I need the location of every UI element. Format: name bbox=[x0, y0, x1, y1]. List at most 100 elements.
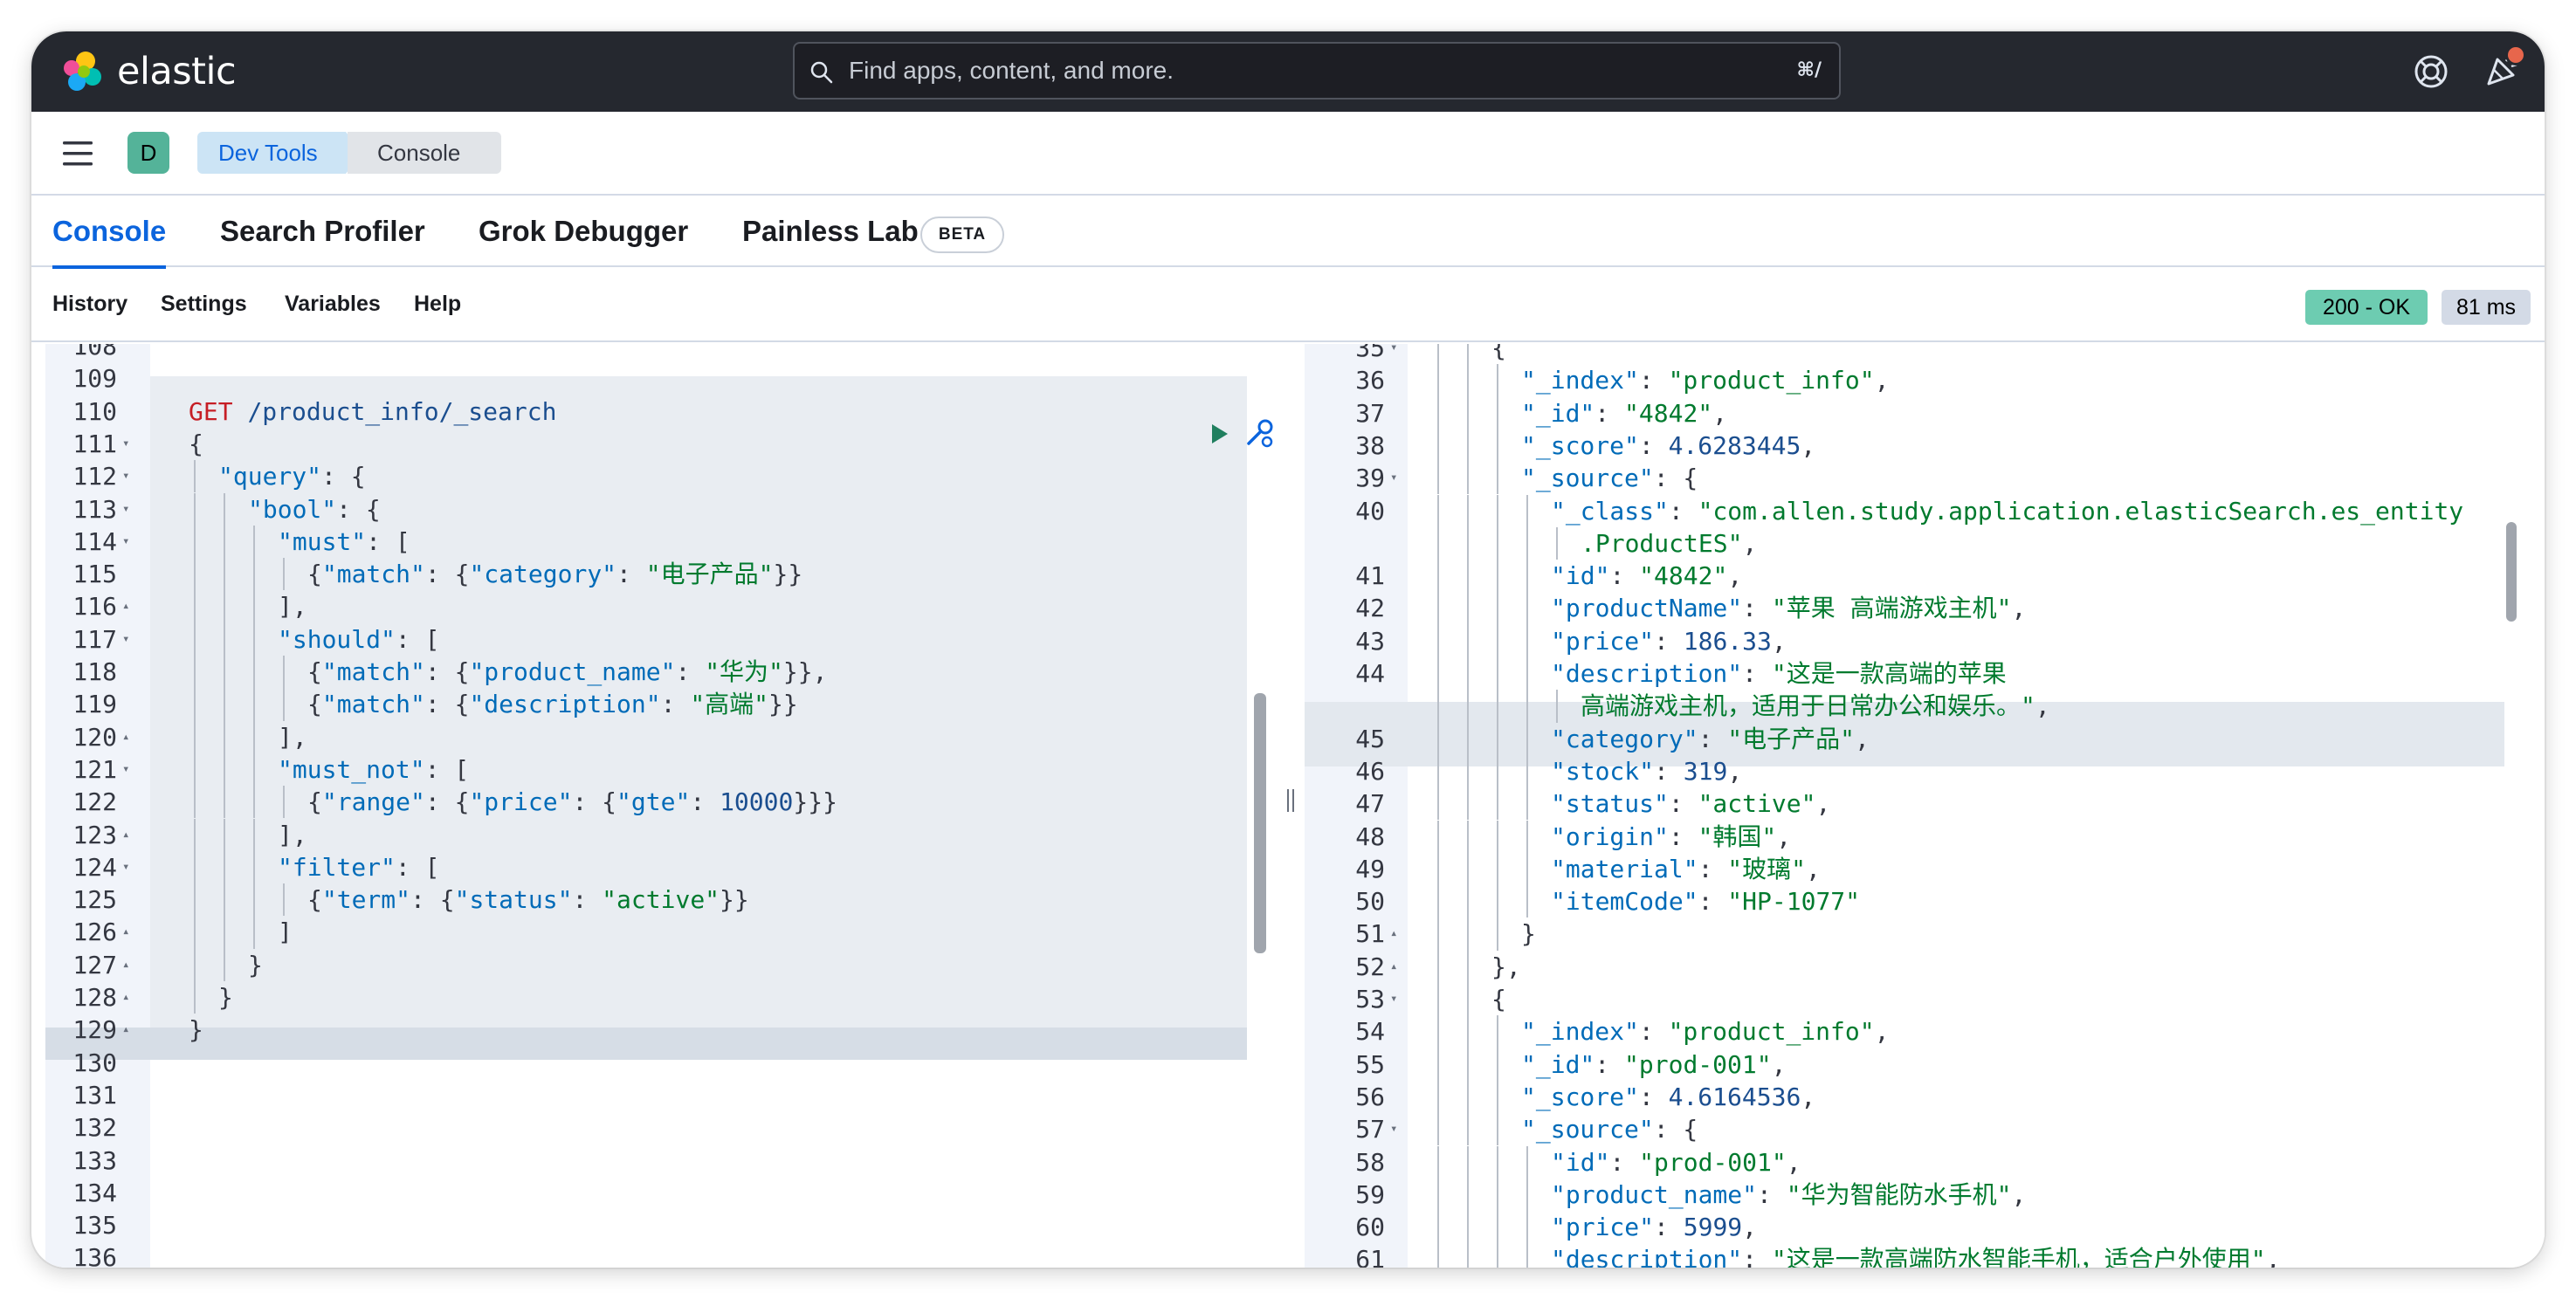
fold-open-icon[interactable]: ▾ bbox=[122, 753, 129, 786]
tab-console[interactable]: Console bbox=[52, 197, 167, 269]
code-line[interactable]: 35 ▾ { bbox=[1305, 344, 2545, 365]
code-line[interactable]: 46 "stock": 319, bbox=[1305, 754, 2545, 788]
code-line[interactable]: 40 "_class": "com.allen.study.application… bbox=[1305, 494, 2545, 527]
elastic-logo[interactable]: elastic bbox=[59, 47, 237, 96]
code-line[interactable]: 110 GET /product_info/_search bbox=[45, 395, 1278, 428]
code-line[interactable]: 119 {"match": {"description": "高端"}} bbox=[45, 688, 1278, 721]
code-line[interactable]: 135 bbox=[45, 1209, 1278, 1241]
code-line[interactable]: 48 "origin": "韩国", bbox=[1305, 820, 2545, 853]
fold-open-icon[interactable]: ▾ bbox=[122, 493, 129, 526]
code-line[interactable]: 125 {"term": {"status": "active"}} bbox=[45, 883, 1278, 917]
settings-button[interactable]: Settings bbox=[161, 292, 247, 317]
code-line[interactable]: 127 ▴} bbox=[45, 948, 1278, 981]
code-line[interactable]: 109 bbox=[45, 362, 1278, 395]
code-line[interactable]: .ProductES", bbox=[1305, 526, 2545, 560]
code-line[interactable]: 37 "_id": "4842", bbox=[1305, 396, 2545, 430]
code-line[interactable]: 58 "id": "prod-001", bbox=[1305, 1145, 2545, 1179]
code-line[interactable]: 44 "description": "这是一款高端的苹果 bbox=[1305, 657, 2545, 691]
code-line[interactable]: 60 "price": 5999, bbox=[1305, 1211, 2545, 1244]
code-line[interactable]: 54 "_index": "product_info", bbox=[1305, 1015, 2545, 1048]
code-line[interactable]: 高端游戏主机，适用于日常办公和娱乐。", bbox=[1305, 690, 2545, 723]
tab-grok-debugger[interactable]: Grok Debugger bbox=[479, 197, 688, 267]
fold-close-icon[interactable]: ▴ bbox=[122, 1014, 129, 1046]
code-line[interactable]: 108 bbox=[45, 344, 1278, 362]
code-line[interactable]: 39 ▾ "_source": { bbox=[1305, 462, 2545, 495]
code-line[interactable]: 129 ▴} bbox=[45, 1014, 1278, 1046]
code-line[interactable]: 136 bbox=[45, 1241, 1278, 1268]
code-token: "韩国" bbox=[1698, 821, 1777, 851]
code-line[interactable]: 50 "itemCode": "HP-1077" bbox=[1305, 885, 2545, 918]
code-line[interactable]: 126 ▴] bbox=[45, 916, 1278, 949]
code-line[interactable]: 112 ▾ "query": { bbox=[45, 460, 1278, 493]
indent-guide bbox=[224, 948, 225, 981]
fold-close-icon[interactable]: ▴ bbox=[122, 721, 129, 753]
fold-close-icon[interactable]: ▴ bbox=[122, 916, 129, 948]
code-line[interactable]: 42 "productName": "苹果 高端游戏主机", bbox=[1305, 592, 2545, 625]
fold-open-icon[interactable]: ▾ bbox=[1390, 983, 1397, 1015]
code-line[interactable]: 123 ▴], bbox=[45, 818, 1278, 851]
fold-close-icon[interactable]: ▴ bbox=[122, 981, 129, 1014]
hamburger-menu-icon[interactable] bbox=[61, 138, 96, 169]
code-line[interactable]: 132 bbox=[45, 1111, 1278, 1144]
fold-open-icon[interactable]: ▾ bbox=[1390, 1113, 1397, 1145]
code-line[interactable]: 61 "description": "这是一款高端防水智能手机，适合户外使用", bbox=[1305, 1243, 2545, 1268]
code-line[interactable]: 43 "price": 186.33, bbox=[1305, 624, 2545, 657]
code-line[interactable]: 124 ▾ "filter": [ bbox=[45, 850, 1278, 884]
line-number: 121 bbox=[72, 754, 117, 784]
code-line[interactable]: 38 "_score": 4.6283445, bbox=[1305, 429, 2545, 463]
code-line[interactable]: 52 ▴}, bbox=[1305, 950, 2545, 983]
code-line[interactable]: 122 {"range": {"price": {"gte": 10000}}} bbox=[45, 786, 1278, 819]
fold-open-icon[interactable]: ▾ bbox=[1390, 462, 1397, 494]
code-line[interactable]: 134 bbox=[45, 1177, 1278, 1209]
tab-search-profiler[interactable]: Search Profiler bbox=[220, 197, 425, 267]
code-line[interactable]: 47 "status": "active", bbox=[1305, 787, 2545, 821]
code-line[interactable]: 45 "category": "电子产品", bbox=[1305, 722, 2545, 755]
tab-painless-lab[interactable]: Painless Lab bbox=[742, 197, 919, 267]
code-line[interactable]: 113 ▾ "bool": { bbox=[45, 492, 1278, 526]
code-line[interactable]: 114 ▾ "must": [ bbox=[45, 525, 1278, 559]
code-line[interactable]: 121 ▾ "must_not": [ bbox=[45, 753, 1278, 787]
history-button[interactable]: History bbox=[52, 292, 127, 317]
fold-open-icon[interactable]: ▾ bbox=[122, 428, 129, 460]
code-line[interactable]: 53 ▾ { bbox=[1305, 983, 2545, 1016]
resize-handle-icon[interactable] bbox=[1285, 787, 1296, 814]
fold-open-icon[interactable]: ▾ bbox=[122, 460, 129, 492]
fold-close-icon[interactable]: ▴ bbox=[122, 590, 129, 622]
response-editor[interactable]: 35 ▾{36 "_index": "product_info", 37 "_id": … bbox=[1305, 344, 2545, 1268]
code-line[interactable]: 117 ▾ "should": [ bbox=[45, 622, 1278, 656]
code-line[interactable]: 59 "product_name": "华为智能防水手机", bbox=[1305, 1178, 2545, 1212]
indent-guide bbox=[1467, 560, 1469, 593]
code-line[interactable]: 128 ▴} bbox=[45, 981, 1278, 1014]
request-editor[interactable]: 108 109 110 GET /product_info/_search 111 ▾{1… bbox=[45, 344, 1278, 1268]
space-avatar[interactable]: D bbox=[127, 132, 169, 174]
code-line[interactable]: 51 ▴} bbox=[1305, 918, 2545, 951]
code-line[interactable]: 57 ▾ "_source": { bbox=[1305, 1113, 2545, 1146]
help-button[interactable]: Help bbox=[414, 292, 461, 317]
code-line[interactable]: 111 ▾ { bbox=[45, 428, 1278, 460]
code-line[interactable]: 118 {"match": {"product_name": "华为"}}, bbox=[45, 656, 1278, 689]
fold-open-icon[interactable]: ▾ bbox=[1390, 344, 1397, 364]
fold-open-icon[interactable]: ▾ bbox=[122, 851, 129, 883]
code-line[interactable]: 133 bbox=[45, 1144, 1278, 1177]
search-input[interactable] bbox=[849, 44, 1722, 98]
code-line[interactable]: 41 "id": "4842", bbox=[1305, 560, 2545, 593]
code-line[interactable]: 120 ▴], bbox=[45, 720, 1278, 753]
code-line[interactable]: 131 bbox=[45, 1079, 1278, 1111]
fold-close-icon[interactable]: ▴ bbox=[1390, 951, 1397, 983]
global-search[interactable]: ⌘/ bbox=[793, 42, 1841, 100]
code-line[interactable]: 56 "_score": 4.6164536, bbox=[1305, 1080, 2545, 1114]
code-line[interactable]: 55 "_id": "prod-001", bbox=[1305, 1048, 2545, 1081]
code-line[interactable]: 36 "_index": "product_info", bbox=[1305, 364, 2545, 397]
breadcrumb-dev-tools[interactable]: Dev Tools bbox=[197, 132, 362, 174]
code-line[interactable]: 116 ▴], bbox=[45, 590, 1278, 623]
code-line[interactable]: 49 "material": "玻璃", bbox=[1305, 852, 2545, 886]
fold-open-icon[interactable]: ▾ bbox=[122, 623, 129, 656]
fold-close-icon[interactable]: ▴ bbox=[1390, 918, 1397, 950]
code-line[interactable]: 130 bbox=[45, 1047, 1278, 1079]
variables-button[interactable]: Variables bbox=[285, 292, 381, 317]
fold-close-icon[interactable]: ▴ bbox=[122, 949, 129, 981]
help-icon[interactable] bbox=[2412, 52, 2450, 91]
fold-close-icon[interactable]: ▴ bbox=[122, 819, 129, 851]
code-line[interactable]: 115 {"match": {"category": "电子产品"}} bbox=[45, 558, 1278, 591]
fold-open-icon[interactable]: ▾ bbox=[122, 526, 129, 558]
